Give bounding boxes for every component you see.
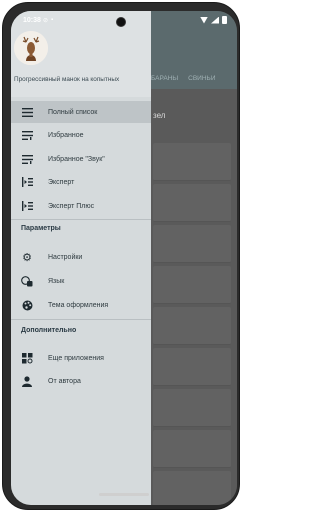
expert-plus-icon [21, 200, 33, 212]
menu-item-settings[interactable]: ⚙ Настройки [11, 246, 151, 268]
language-icon [21, 275, 33, 287]
menu-item-label: Избранное [48, 131, 84, 139]
phone-frame: БАРАНЫ СВИНЬИ зел 10:38 ⊘ ▪ Прогрессивны… [2, 2, 240, 510]
list-item[interactable] [153, 143, 231, 181]
gear-icon: ⚙ [22, 251, 32, 264]
list-item[interactable] [153, 471, 231, 505]
menu-item-theme[interactable]: Тема оформления [11, 294, 151, 316]
list-item[interactable] [153, 430, 231, 468]
list-item[interactable] [153, 184, 231, 222]
sync-icon: ⊘ [43, 18, 49, 24]
list-item-title-fragment: зел [153, 111, 166, 120]
palette-icon [21, 299, 33, 311]
status-time: 10:38 [23, 17, 41, 24]
favorite-list-icon [21, 129, 33, 141]
battery-icon [222, 16, 227, 24]
menu-item-favorites[interactable]: Избранное [11, 124, 151, 146]
app-tabs: БАРАНЫ СВИНЬИ [151, 75, 216, 82]
list-item[interactable] [153, 225, 231, 263]
menu-item-language[interactable]: Язык [11, 270, 151, 292]
navigation-drawer: Прогрессивный манок на копытных Полный с… [11, 11, 151, 505]
wifi-icon [200, 16, 208, 24]
favorite-sound-list-icon [21, 153, 33, 165]
menu-item-label: Язык [48, 277, 65, 285]
menu-item-full-list[interactable]: Полный список [11, 101, 151, 123]
menu-item-label: Избранное "Звук" [48, 155, 105, 163]
tab-sheep[interactable]: БАРАНЫ [151, 75, 178, 82]
divider [11, 219, 151, 220]
app-title: Прогрессивный манок на копытных [14, 76, 120, 83]
menu-item-label: От автора [48, 377, 81, 385]
list-icon [21, 106, 33, 118]
menu-item-expert[interactable]: Эксперт [11, 171, 151, 193]
menu-item-label: Еще приложения [48, 354, 104, 362]
person-icon [21, 375, 33, 387]
menu-item-from-author[interactable]: От автора [11, 370, 151, 392]
section-title-additional: Дополнительно [21, 327, 77, 334]
list-item[interactable] [153, 389, 231, 427]
screen: БАРАНЫ СВИНЬИ зел 10:38 ⊘ ▪ Прогрессивны… [11, 11, 237, 505]
menu-item-expert-plus[interactable]: Эксперт Плюс [11, 195, 151, 217]
tab-pigs[interactable]: СВИНЬИ [188, 75, 215, 82]
front-camera [116, 17, 126, 27]
list-item[interactable] [153, 266, 231, 304]
menu-item-label: Эксперт Плюс [48, 202, 95, 210]
deer-logo [14, 31, 48, 65]
menu-item-favorites-sound[interactable]: Избранное "Звук" [11, 148, 151, 170]
apps-icon [21, 352, 33, 364]
menu-item-label: Полный список [48, 108, 98, 116]
section-title-settings: Параметры [21, 225, 61, 232]
gesture-nav-bar[interactable] [99, 493, 149, 496]
divider [11, 319, 151, 320]
menu-item-label: Настройки [48, 253, 83, 261]
menu-item-more-apps[interactable]: Еще приложения [11, 347, 151, 369]
signal-icon [211, 16, 219, 24]
list-item[interactable] [153, 348, 231, 386]
expert-icon [21, 176, 33, 188]
menu-item-label: Эксперт [48, 178, 75, 186]
list-item[interactable] [153, 307, 231, 345]
notification-icon: ▪ [51, 17, 54, 23]
menu-item-label: Тема оформления [48, 301, 109, 309]
status-bar: 10:38 ⊘ ▪ [11, 11, 237, 31]
